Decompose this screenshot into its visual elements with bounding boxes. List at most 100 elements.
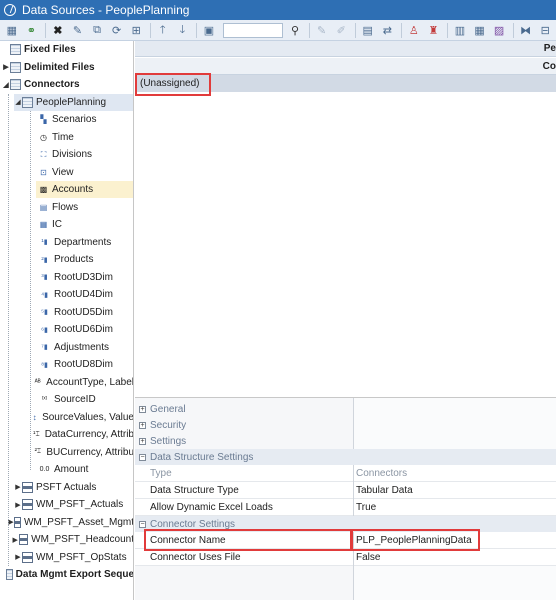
tree-item[interactable]: ▤ Flows — [0, 199, 133, 216]
collapse-arrow-icon[interactable]: ◢ — [14, 98, 22, 106]
collapse-arrow-icon[interactable]: ◢ — [2, 81, 10, 89]
tree-item[interactable]: ²⌶ BUCurrency, Attribu — [0, 444, 133, 461]
transform-icon[interactable]: ⇄ — [379, 21, 397, 39]
tree-item[interactable]: ▶ WM_PSFT_Asset_Mgmt — [0, 514, 134, 531]
tree-item[interactable]: ⁷▮ Adjustments — [0, 339, 133, 356]
highlight-box-connector-name-value — [350, 529, 480, 551]
grid-header-second-label: Co — [542, 61, 556, 72]
property-row-connector-uses-file[interactable]: Connector Uses File False — [135, 549, 556, 566]
expand-arrow-icon[interactable]: ▶ — [12, 536, 19, 544]
tree-item[interactable]: ▶ PSFT Actuals — [0, 479, 133, 496]
table-icon[interactable]: ▤ — [359, 21, 377, 39]
expand-arrow-icon[interactable]: ▶ — [2, 63, 10, 71]
tree-item[interactable]: ⁶▮ RootUD6Dim — [0, 321, 133, 338]
table-icon — [22, 499, 33, 510]
tree-item-label: RootUD8Dim — [54, 359, 113, 370]
tree-item[interactable]: ◢ Connectors — [0, 76, 133, 93]
category-general[interactable]: + General — [135, 401, 556, 417]
tree-item-label: Scenarios — [52, 114, 97, 125]
tree-item[interactable]: ᴬᴮ AccountType, Label — [0, 374, 133, 391]
move-up-icon[interactable]: 🡑 — [154, 21, 172, 39]
tree-item[interactable]: ▶ WM_PSFT_Headcount — [0, 531, 133, 548]
tree-item-label: Fixed Files — [24, 44, 76, 55]
columns-icon[interactable]: ▦ — [471, 21, 489, 39]
security-icon[interactable]: ♜ — [425, 21, 443, 39]
table-icon — [22, 481, 33, 493]
tree-item[interactable]: ⊡ View — [0, 164, 133, 181]
window-title: Data Sources - PeoplePlanning — [22, 3, 190, 17]
ud3-icon: ³▮ — [41, 274, 48, 281]
link-icon[interactable]: ⧓ — [517, 21, 535, 39]
tree-item[interactable]: Fixed Files — [0, 41, 133, 58]
tree-item[interactable]: ▦ IC — [0, 216, 133, 233]
expand-arrow-icon[interactable]: ▶ — [14, 483, 22, 491]
tree-item-label: Products — [54, 254, 94, 265]
collapse-icon[interactable]: − — [139, 453, 146, 461]
data-source-tree: Fixed Files ▶ Delimited Files ◢ Connectors ◢ P… — [0, 41, 134, 600]
pen-icon[interactable]: ✐ — [332, 21, 350, 39]
tree-item[interactable]: ²▮ Products — [0, 251, 133, 268]
data-source-icon — [10, 61, 21, 73]
data-source-icon — [5, 569, 13, 580]
hierarchy-icon[interactable]: ⊟ — [536, 21, 554, 39]
image-icon[interactable]: ▣ — [200, 21, 218, 39]
ud4-icon: ⁴▮ — [41, 291, 48, 299]
property-row-data-structure-type[interactable]: Data Structure Type Tabular Data — [135, 482, 556, 499]
tree-item[interactable]: ⁵▮ RootUD5Dim — [0, 304, 133, 321]
tree-item[interactable]: ▚ Scenarios — [0, 111, 133, 128]
toolbar-divider — [512, 22, 514, 38]
tree-item[interactable]: ▶ Delimited Files — [0, 59, 133, 76]
expand-arrow-icon[interactable]: ▶ — [14, 501, 22, 509]
category-data-structure-settings[interactable]: − Data Structure Settings — [135, 449, 556, 465]
table-icon — [22, 551, 33, 563]
property-row-allow-dynamic-excel-loads[interactable]: Allow Dynamic Excel Loads True — [135, 499, 556, 516]
category-settings[interactable]: + Settings — [135, 433, 556, 449]
chart-icon[interactable]: ▨ — [490, 21, 508, 39]
expand-arrow-icon[interactable]: ▶ — [14, 553, 22, 561]
tree-item-label: WM_PSFT_Asset_Mgmt — [23, 516, 134, 528]
tree-item[interactable]: ↕ SourceValues, Value — [0, 409, 133, 426]
tree-item[interactable]: ▶ WM_PSFT_Actuals — [0, 496, 133, 513]
tree-item[interactable]: ▶ WM_PSFT_OpStats — [0, 549, 133, 566]
refresh-icon[interactable]: ⟳ — [108, 21, 126, 39]
tree-item[interactable]: Data Mgmt Export Seque — [0, 566, 133, 583]
tree-item[interactable]: ▩ Accounts — [36, 181, 133, 198]
text-icon: ᵗˣᵗ — [41, 396, 48, 403]
edit-icon[interactable]: ✎ — [69, 21, 87, 39]
tree-item[interactable]: ¹▮ Departments — [0, 234, 133, 251]
toolbar: ▦ ⚭ ✖ ✎ ⧉ ⟳ ⊞ 🡑 🡓 ▣ ⚲ ✎ ✐ ▤ ⇄ ♙ ♜ ▥ ▦ ▨ … — [0, 20, 556, 41]
delete-icon[interactable]: ✖ — [49, 21, 67, 39]
collapse-icon[interactable]: − — [139, 520, 146, 528]
property-row-type[interactable]: Type Connectors — [135, 465, 556, 482]
user-icon[interactable]: ♙ — [405, 21, 423, 39]
tree-item[interactable]: 0.0 Amount — [0, 461, 133, 478]
tree-item[interactable]: ⁴▮ RootUD4Dim — [0, 286, 133, 303]
tree-item[interactable]: ◷ Time — [0, 129, 133, 146]
binoculars-icon[interactable]: ⚲ — [286, 21, 304, 39]
tree-item[interactable]: ⛶ Divisions — [0, 146, 133, 163]
connect-icon[interactable]: ⚭ — [23, 21, 41, 39]
source-values-icon: ↕ — [32, 412, 37, 422]
expand-icon[interactable]: + — [139, 437, 146, 445]
list-icon[interactable]: ▥ — [451, 21, 469, 39]
tree-item[interactable]: ¹⌶ DataCurrency, Attrib — [0, 426, 133, 443]
expand-icon[interactable]: + — [139, 421, 146, 429]
ud2-icon: ²▮ — [41, 256, 48, 264]
label-icon: ᴬᴮ — [34, 378, 41, 386]
tree-item-label: IC — [52, 219, 62, 230]
tree-item[interactable]: ³▮ RootUD3Dim — [0, 269, 133, 286]
tree-item[interactable]: ᵗˣᵗ SourceID — [0, 391, 133, 408]
move-down-icon[interactable]: 🡓 — [174, 21, 192, 39]
pencil-icon[interactable]: ✎ — [313, 21, 331, 39]
expand-icon[interactable]: + — [139, 405, 146, 413]
grid-icon[interactable]: ⊞ — [127, 21, 145, 39]
tree-item-label: Amount — [54, 464, 89, 475]
tree-item[interactable]: ◢ PeoplePlanning — [14, 93, 133, 111]
category-security[interactable]: + Security — [135, 417, 556, 433]
grid-view-icon[interactable]: ▦ — [3, 21, 21, 39]
copy-icon[interactable]: ⧉ — [88, 21, 106, 39]
search-input[interactable] — [222, 22, 284, 38]
ud5-icon: ⁵▮ — [41, 309, 48, 316]
tree-item-label: RootUD5Dim — [54, 306, 113, 318]
tree-item[interactable]: ⁸▮ RootUD8Dim — [0, 356, 133, 373]
